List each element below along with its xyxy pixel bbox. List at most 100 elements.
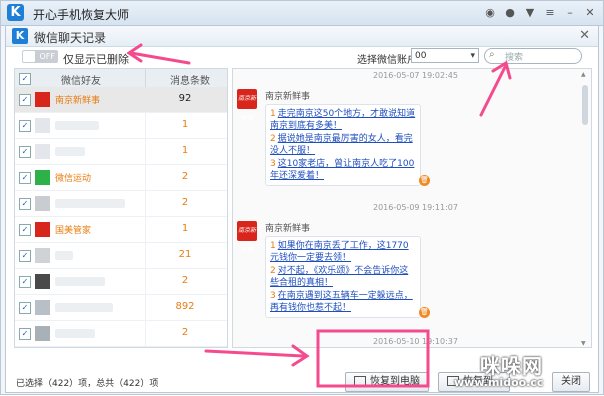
avatar [35, 118, 50, 133]
table-row[interactable]: ✓ 2 [15, 269, 227, 295]
restore-to-pc-button[interactable]: 恢复到电脑 [345, 372, 429, 392]
row-checkbox[interactable]: ✓ [19, 250, 31, 262]
article-link[interactable]: 在南京遇到这五辆车一定躲远点，再有钱你也惹不起！ [270, 291, 413, 313]
trash-icon[interactable]: 🗑 [419, 175, 430, 186]
scroll-up-icon[interactable]: ▲ [581, 71, 586, 78]
sender-name: 南京新鲜事 [265, 224, 311, 234]
watermark-url: www.midoo.cc [454, 376, 544, 389]
message-timestamp: 2016-05-09 19:11:07 [373, 203, 458, 212]
dialog-header: K 微信聊天记录 ✕ [6, 26, 598, 47]
blurred-name [55, 329, 95, 338]
message-bubble: 1 走完南京这50个地方，才敢说知道南京到底有多美！ 2 据说她是南京最厉害的女人，… [265, 104, 421, 186]
row-checkbox[interactable]: ✓ [19, 94, 31, 106]
row-checkbox[interactable]: ✓ [19, 198, 31, 210]
avatar [35, 222, 50, 237]
avatar [35, 170, 50, 185]
message-count: 92 [178, 93, 192, 104]
wechat-icon[interactable]: ◉ [483, 6, 497, 20]
app-title: 开心手机恢复大师 [33, 8, 130, 22]
row-checkbox[interactable]: ✓ [19, 328, 31, 340]
article-link[interactable]: 如果你在南京丢了工作，这1770元钱你一定要去领！ [270, 241, 409, 263]
row-checkbox[interactable]: ✓ [19, 276, 31, 288]
message-bubble: 1 如果你在南京丢了工作，这1770元钱你一定要去领！ 2 对不起，《欢乐颂》不会告… [265, 236, 421, 318]
trash-icon[interactable]: 🗑 [419, 307, 430, 318]
search-input[interactable]: ⌕ 搜索 [484, 48, 582, 64]
sender-name: 南京新鲜事 [265, 92, 311, 102]
item-number: 3 [270, 291, 276, 301]
minimize-icon[interactable]: – [563, 6, 577, 20]
row-checkbox[interactable]: ✓ [19, 224, 31, 236]
article-link[interactable]: 据说她是南京最厉害的女人，看完没人不服！ [270, 134, 413, 156]
table-row[interactable]: ✓ 892 [15, 295, 227, 321]
deleted-only-label: 仅显示已删除 [63, 53, 129, 66]
watermark-text: 咪哚网 [480, 354, 543, 378]
article-link[interactable]: 这10家老店，曾让南京人吃了100年还深爱着！ [270, 159, 414, 181]
scroll-down-icon[interactable]: ▼ [581, 340, 586, 347]
article-link[interactable]: 对不起，《欢乐颂》不会告诉你这些合租的真相！ [270, 266, 408, 288]
computer-icon [354, 376, 366, 386]
item-number: 2 [270, 266, 276, 276]
message-count: 2 [181, 171, 189, 182]
chat-scrollbar[interactable]: ▲ ▼ [581, 71, 589, 347]
message-count: 1 [181, 145, 189, 156]
item-number: 2 [270, 134, 276, 144]
message-count: 2 [181, 327, 189, 338]
row-checkbox[interactable]: ✓ [19, 120, 31, 132]
friend-name: 微信运动 [55, 174, 92, 184]
friend-name: 国美管家 [55, 226, 92, 236]
scroll-thumb[interactable] [582, 85, 588, 125]
item-number: 1 [270, 109, 276, 119]
col-friend-header: 微信好友 [61, 76, 101, 87]
row-checkbox[interactable]: ✓ [19, 302, 31, 314]
table-row[interactable]: ✓ 2 [15, 321, 227, 347]
table-row[interactable]: ✓ 1 [15, 139, 227, 165]
blurred-name [55, 303, 113, 312]
select-all-checkbox[interactable]: ✓ [19, 73, 31, 85]
message-count: 1 [181, 119, 189, 130]
account-label: 选择微信账户 [357, 55, 417, 66]
friend-name: 南京新鲜事 [55, 96, 101, 106]
row-checkbox[interactable]: ✓ [19, 146, 31, 158]
message-count: 2 [181, 197, 189, 208]
table-row[interactable]: ✓ 21 [15, 243, 227, 269]
sender-avatar: 南京新鲜事 [237, 221, 257, 254]
app-window: K 开心手机恢复大师 ◉ ● ▼ ≡ – ✕ K 微信聊天记录 ✕ OFF 仅显… [0, 0, 604, 395]
article-link[interactable]: 走完南京这50个地方，才敢说知道南京到底有多美！ [270, 109, 415, 131]
wechat-records-dialog: K 微信聊天记录 ✕ OFF 仅显示已删除 选择微信账户 00 ⌕ 搜索 ✓ 微… [5, 25, 599, 393]
chat-icon[interactable]: ● [503, 6, 517, 20]
title-bar: K 开心手机恢复大师 ◉ ● ▼ ≡ – ✕ [1, 1, 603, 26]
message-timestamp: 2016-05-10 19:10:37 [373, 337, 458, 346]
blurred-name [55, 277, 105, 286]
message-timestamp: 2016-05-07 19:02:45 [373, 71, 458, 80]
deleted-only-toggle[interactable]: OFF [22, 50, 58, 63]
table-row[interactable]: ✓ 微信运动 2 [15, 165, 227, 191]
item-number: 1 [270, 241, 276, 251]
account-select[interactable]: 00 [411, 48, 479, 64]
menu-icon[interactable]: ≡ [543, 6, 557, 20]
close-icon[interactable]: ✕ [583, 6, 597, 20]
table-row[interactable]: ✓ 国美管家 1 [15, 217, 227, 243]
shirt-icon[interactable]: ▼ [523, 6, 537, 20]
dialog-logo-icon: K [12, 28, 28, 44]
message-count: 2 [181, 275, 189, 286]
row-checkbox[interactable]: ✓ [19, 172, 31, 184]
table-row[interactable]: ✓ 2 [15, 191, 227, 217]
dialog-close-icon[interactable]: ✕ [579, 28, 590, 43]
item-number: 3 [270, 159, 276, 169]
message-count: 21 [178, 249, 192, 260]
table-row[interactable]: ✓ 1 [15, 113, 227, 139]
col-count-header: 消息条数 [170, 76, 210, 87]
chat-panel: 2016-05-07 19:02:45 南京新鲜事 南京新鲜事 1 走完南京这50… [232, 68, 592, 348]
blurred-name [55, 251, 73, 260]
message-count: 1 [181, 223, 189, 234]
app-logo: K [7, 4, 24, 21]
friend-list: ✓ 微信好友 消息条数 ✓ 南京新鲜事 92 ✓ 1 ✓ 1 ✓ 微信运动 2 … [14, 68, 228, 348]
table-row[interactable]: ✓ 南京新鲜事 92 [15, 87, 227, 113]
avatar [35, 92, 50, 107]
close-button[interactable]: 关闭 [552, 372, 590, 392]
avatar [35, 144, 50, 159]
avatar [35, 196, 50, 211]
blurred-name [55, 147, 85, 156]
friend-list-header: ✓ 微信好友 消息条数 [15, 69, 227, 88]
message-count: 892 [175, 301, 195, 312]
